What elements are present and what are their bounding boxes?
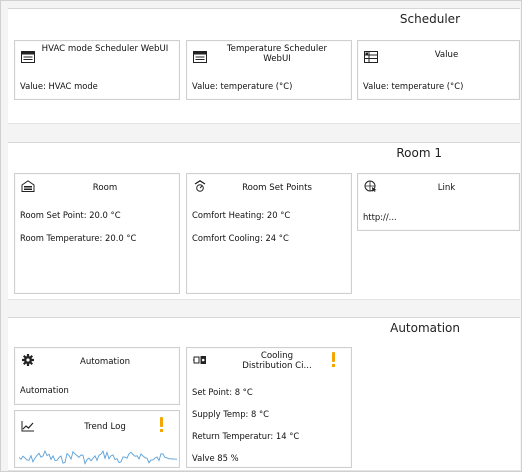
tile-value: Value: temperature (°C) [363, 81, 464, 91]
tile-title: Trend Log [84, 422, 126, 432]
section-title: Scheduler [399, 12, 460, 26]
return-temperature: Return Temperatur: 14 °C [192, 431, 300, 441]
set-point: Set Point: 8 °C [192, 387, 253, 397]
comfort-heating: Comfort Heating: 20 °C [192, 210, 291, 220]
tile-room[interactable]: Room Room Set Point: 20.0 °C Room Temper… [14, 173, 180, 294]
tile-title: Cooling Distribution Ci... [213, 351, 341, 371]
tile-title: Temperature Scheduler WebUI [226, 44, 328, 64]
thermostat-icon [194, 180, 206, 192]
room-set-point: Room Set Point: 20.0 °C [20, 210, 121, 220]
tile-room-set-points[interactable]: Room Set Points Comfort Heating: 20 °C C… [186, 173, 352, 294]
tile-title-line2: Distribution Ci... [242, 361, 312, 371]
section-title: Room 1 [396, 146, 442, 160]
tile-title-line1: Cooling [260, 351, 294, 361]
scheduler-icon [193, 51, 207, 63]
section-title: Automation [390, 321, 460, 335]
tile-link[interactable]: Link http://... [357, 173, 520, 231]
tile-title: Room [92, 183, 118, 193]
tile-title: HVAC mode Scheduler WebUI [41, 44, 169, 54]
value-grid-icon [364, 51, 378, 63]
tile-value: Value: temperature (°C) [192, 81, 293, 91]
tile-value[interactable]: Value Value: temperature (°C) [357, 40, 520, 100]
tile-title: Automation [79, 357, 131, 367]
warning-icon [331, 352, 337, 368]
comfort-cooling: Comfort Cooling: 24 °C [192, 233, 289, 243]
tile-trend-log[interactable]: Trend Log [14, 410, 180, 468]
warning-icon [159, 417, 165, 433]
scheduler-icon [21, 51, 35, 63]
tile-title: Value [434, 50, 459, 60]
valve: Valve 85 % [192, 453, 239, 463]
tile-hvac-mode-scheduler[interactable]: HVAC mode Scheduler WebUI Value: HVAC mo… [14, 40, 180, 100]
tile-title: Room Set Points [242, 183, 312, 193]
trend-chart-icon [21, 421, 34, 432]
trend-sparkline [19, 449, 177, 465]
room-icon [21, 180, 35, 192]
tile-cooling-distribution[interactable]: Cooling Distribution Ci... Set Point: 8 … [186, 347, 352, 468]
tile-value: Value: HVAC mode [20, 81, 98, 91]
link-url[interactable]: http://... [363, 212, 397, 222]
link-globe-icon [364, 180, 377, 192]
tile-title: Link [437, 183, 456, 193]
cooling-distribution-icon [193, 356, 206, 364]
tile-temperature-scheduler[interactable]: Temperature Scheduler WebUI Value: tempe… [186, 40, 352, 100]
section-header-automation: Automation [8, 317, 520, 341]
room-temperature: Room Temperature: 20.0 °C [20, 233, 137, 243]
gear-icon [22, 354, 34, 366]
tile-automation[interactable]: Automation Automation [14, 347, 180, 405]
automation-label: Automation [20, 385, 69, 395]
section-header-scheduler: Scheduler [8, 8, 520, 32]
supply-temp: Supply Temp: 8 °C [192, 409, 270, 419]
section-header-room1: Room 1 [8, 142, 520, 166]
